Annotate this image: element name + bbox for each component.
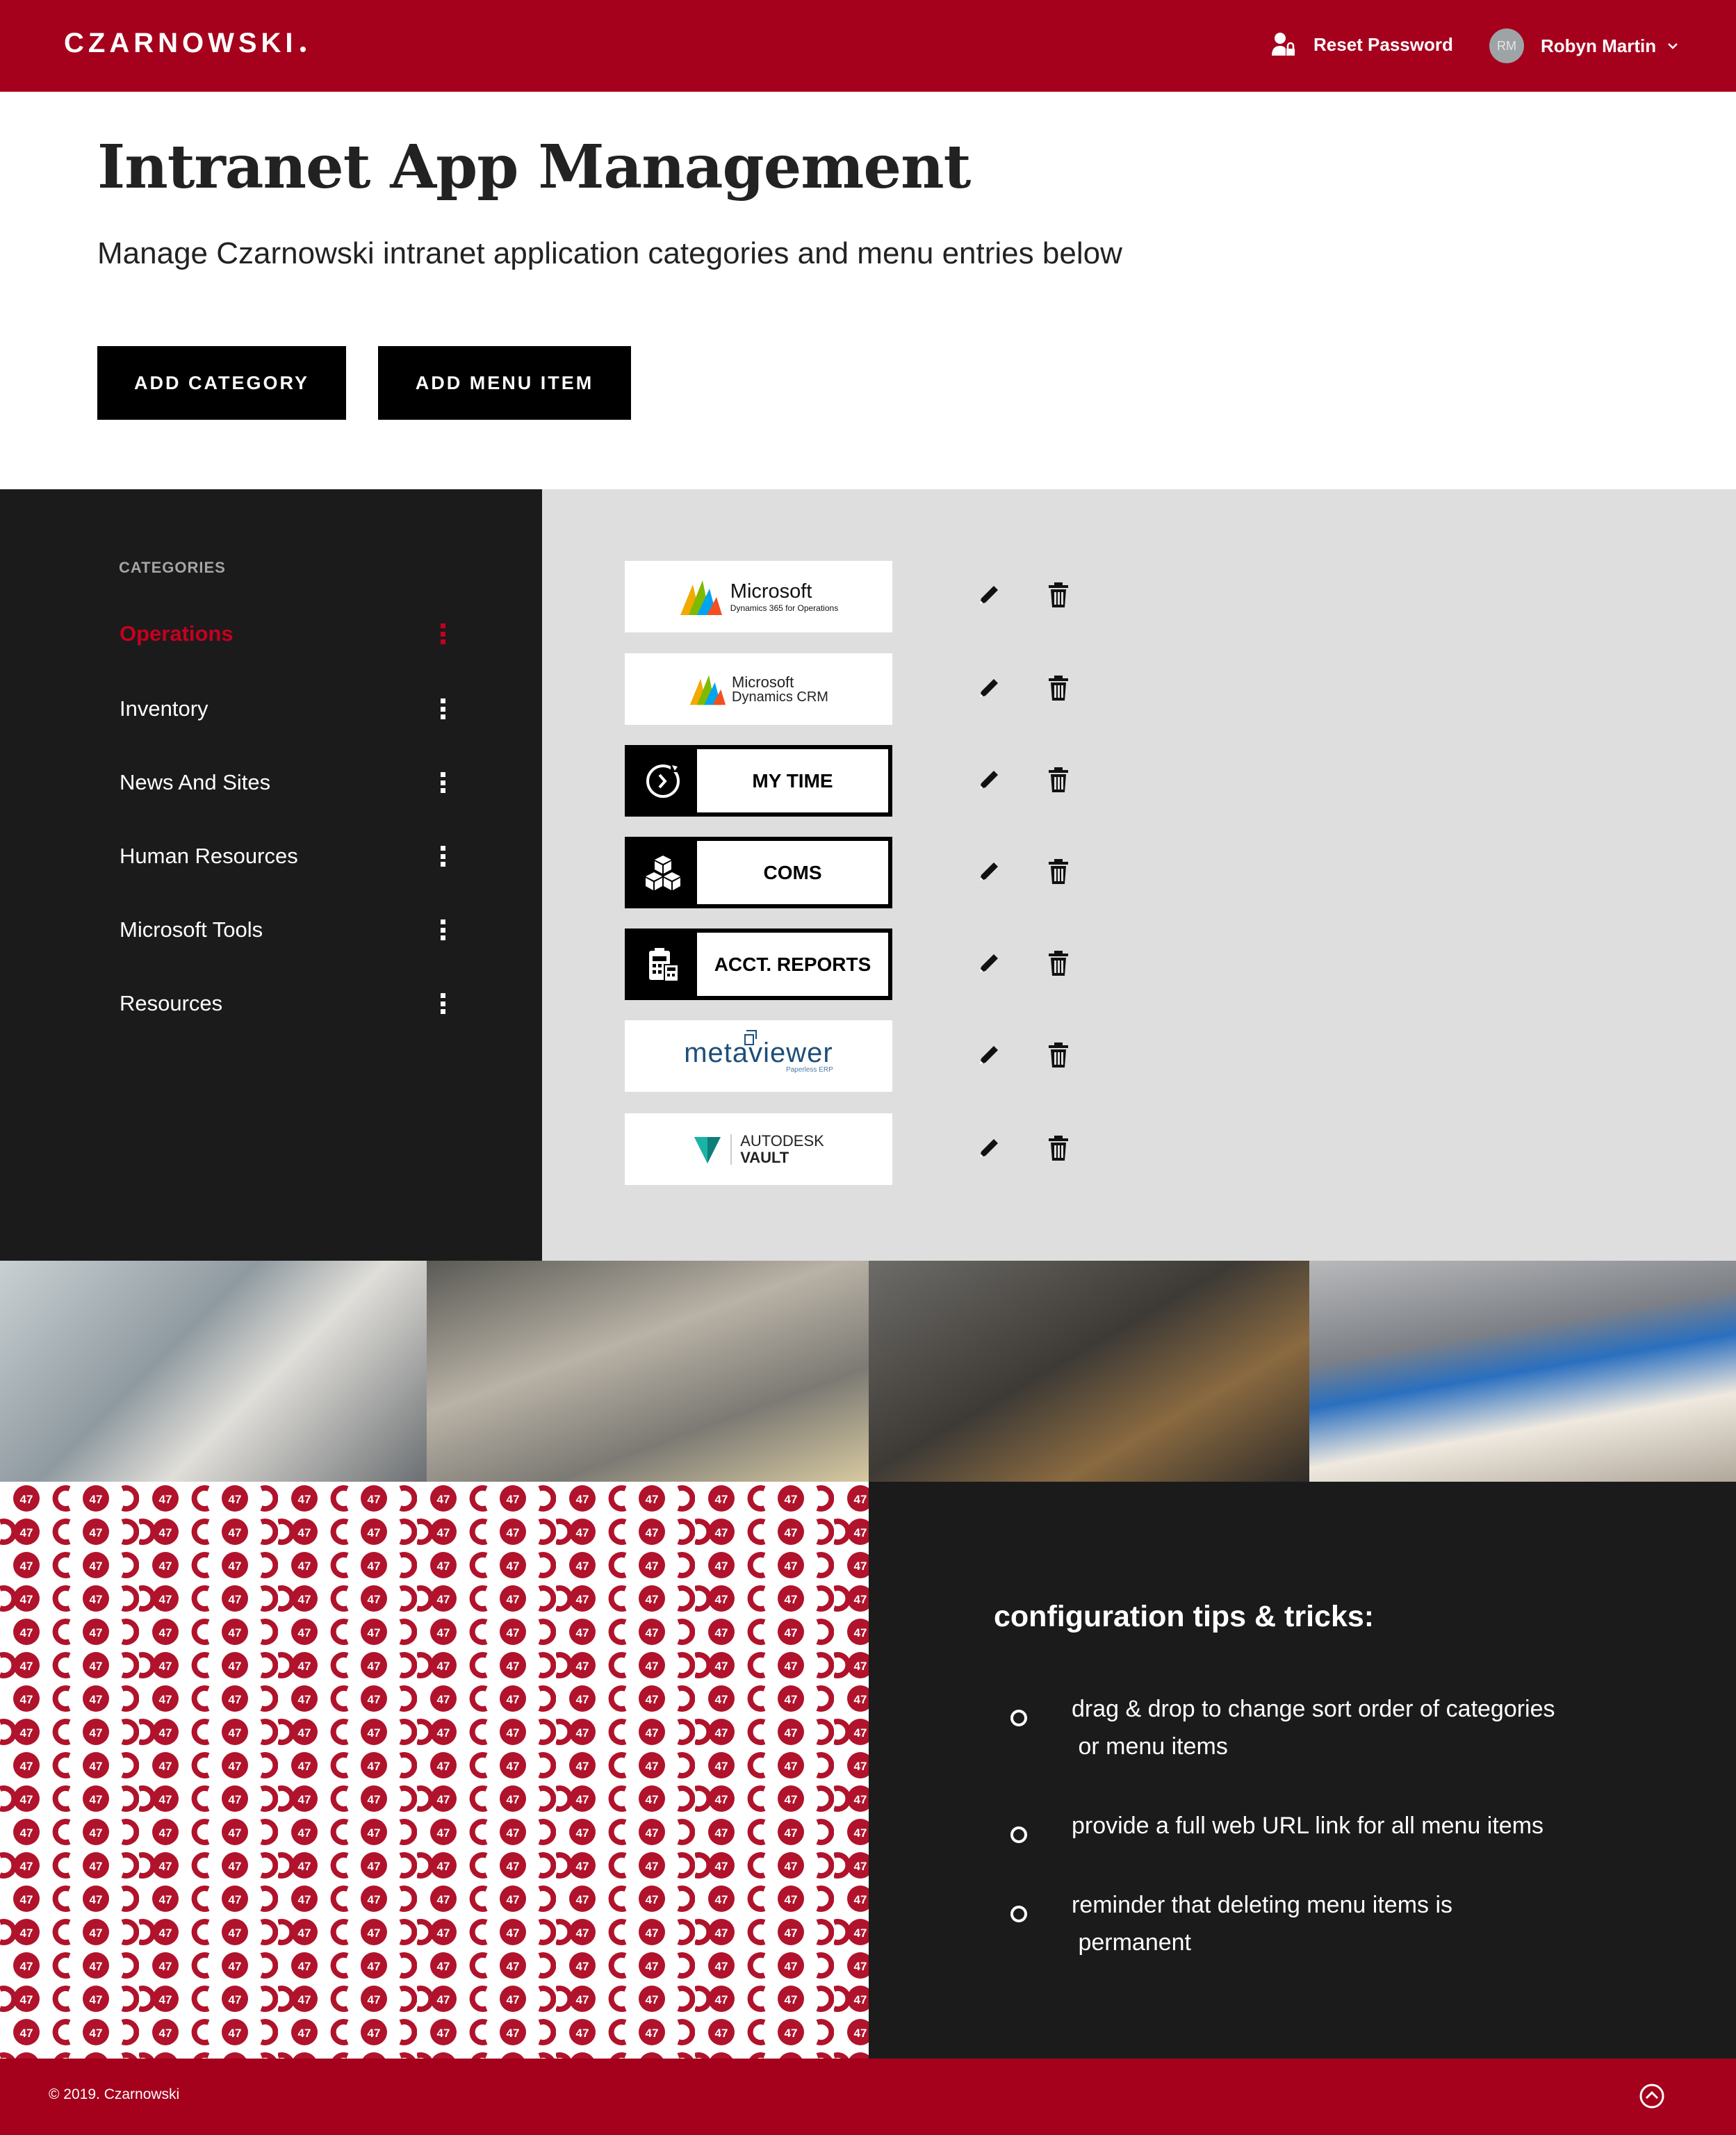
sidebar-item-microsoft-tools[interactable]: Microsoft Tools [120,909,446,951]
app-name: MY TIME [752,769,833,792]
print-production-photo [1309,1261,1736,1482]
office-team-photo [0,1261,427,1482]
sidebar-item-operations[interactable]: Operations [120,613,446,655]
trash-icon[interactable] [1043,580,1074,610]
trash-icon[interactable] [1043,856,1074,887]
menu-item-acct-reports[interactable]: ACCT. REPORTS [625,929,892,1000]
sidebar-item-label: Human Resources [120,844,298,868]
more-options-icon[interactable] [439,846,446,867]
more-options-icon[interactable] [439,698,446,719]
add-menu-item-button[interactable]: ADD MENU ITEM [378,346,631,420]
user-menu[interactable]: RM Robyn Martin [1489,28,1678,64]
edit-icon[interactable] [974,856,1004,887]
trash-icon[interactable] [1043,764,1074,795]
trash-icon[interactable] [1043,1133,1074,1163]
boxes-icon [629,841,697,904]
sidebar-item-resources[interactable]: Resources [120,983,446,1024]
app-name: ACCT. REPORTS [714,953,871,975]
more-options-icon[interactable] [439,919,446,940]
tip-line: provide a full web URL link for all menu… [1072,1813,1544,1839]
more-options-icon[interactable] [439,623,446,644]
trash-icon[interactable] [1043,673,1074,703]
app-name: Microsoft [730,580,812,603]
sidebar-item-inventory[interactable]: Inventory [120,688,446,730]
trash-icon[interactable] [1043,948,1074,979]
edit-icon[interactable] [974,948,1004,979]
back-to-top-icon[interactable] [1638,2082,1666,2110]
app-subtitle: Dynamics 365 for Operations [730,603,839,613]
tip-line: reminder that deleting menu items is [1072,1892,1453,1918]
menu-item-my-time[interactable]: MY TIME [625,745,892,817]
menu-item-autodesk-vault[interactable]: AUTODESK VAULT [625,1113,892,1185]
logo-text: CZARNOWSKI [64,28,297,58]
app-subtitle: Dynamics CRM [732,689,828,705]
menu-item-metaviewer[interactable]: metaviewer Paperless ERP [625,1020,892,1092]
edit-icon[interactable] [974,1040,1004,1070]
autodesk-logo [694,1136,721,1163]
edit-icon[interactable] [974,580,1004,610]
clock-icon [629,749,697,812]
tip-line: permanent [1072,1929,1191,1956]
avatar: RM [1489,28,1524,63]
category-sidebar: CATEGORIES Operations Inventory News And… [0,489,542,1261]
sidebar-item-label: Resources [120,991,223,1015]
footer: © 2019. Czarnowski [0,2059,1736,2135]
more-options-icon[interactable] [439,772,446,793]
copyright-text: © 2019. Czarnowski [49,2086,180,2102]
page-subtitle: Manage Czarnowski intranet application c… [97,236,1122,270]
top-nav-bar: CZARNOWSKI Reset Password RM Robyn Marti… [0,0,1736,92]
metaviewer-logo: metaviewer Paperless ERP [684,1029,833,1074]
app-name: AUTODESK [740,1132,824,1150]
microsoft-dynamics-logo [689,674,726,705]
app-name: Microsoft [732,673,794,691]
bullet-icon [1010,1710,1027,1726]
sidebar-item-human-resources[interactable]: Human Resources [120,835,446,877]
brand-pattern: 47 47 47 47 [0,1482,869,2059]
bullet-icon [1010,1906,1027,1922]
add-category-button[interactable]: ADD CATEGORY [97,346,346,420]
tip-item: drag & drop to change sort order of cate… [1072,1690,1641,1765]
trash-icon[interactable] [1043,1040,1074,1070]
sidebar-item-label: Inventory [120,696,208,721]
edit-icon[interactable] [974,673,1004,703]
menu-item-coms[interactable]: COMS [625,837,892,908]
tip-item: reminder that deleting menu items is per… [1072,1886,1641,1961]
tip-line: or menu items [1072,1733,1228,1760]
sidebar-item-label: News And Sites [120,770,271,794]
calculator-icon [629,933,697,996]
app-name: COMS [763,861,822,883]
tip-item: provide a full web URL link for all menu… [1072,1807,1641,1844]
categories-heading: CATEGORIES [119,559,226,576]
menu-item-dynamics-crm[interactable]: Microsoft Dynamics CRM [625,653,892,725]
sidebar-item-label: Operations [120,621,234,646]
edit-icon[interactable] [974,1133,1004,1163]
metal-grinding-photo [869,1261,1309,1482]
company-logo[interactable]: CZARNOWSKI [64,28,306,59]
page: CZARNOWSKI Reset Password RM Robyn Marti… [0,0,1736,2135]
tips-title: configuration tips & tricks: [994,1600,1375,1633]
sidebar-item-label: Microsoft Tools [120,917,263,942]
sidebar-item-news-and-sites[interactable]: News And Sites [120,762,446,803]
menu-item-dynamics-365[interactable]: Microsoft Dynamics 365 for Operations [625,561,892,632]
tip-line: drag & drop to change sort order of cate… [1072,1696,1555,1722]
bullet-icon [1010,1826,1027,1843]
user-name: Robyn Martin [1541,35,1657,56]
chevron-down-icon [1668,43,1678,49]
page-title: Intranet App Management [97,132,971,202]
microsoft-dynamics-logo [680,580,722,615]
user-lock-icon [1272,33,1295,56]
menu-items-panel: Microsoft Dynamics 365 for Operations Mi… [542,489,1736,1261]
warehouse-cart-photo [427,1261,869,1482]
reset-password-label: Reset Password [1313,33,1453,55]
configuration-tips-panel: configuration tips & tricks: drag & drop… [869,1482,1736,2059]
more-options-icon[interactable] [439,993,446,1014]
reset-password-link[interactable]: Reset Password [1272,29,1453,60]
app-subtitle: VAULT [740,1148,789,1166]
edit-icon[interactable] [974,764,1004,795]
